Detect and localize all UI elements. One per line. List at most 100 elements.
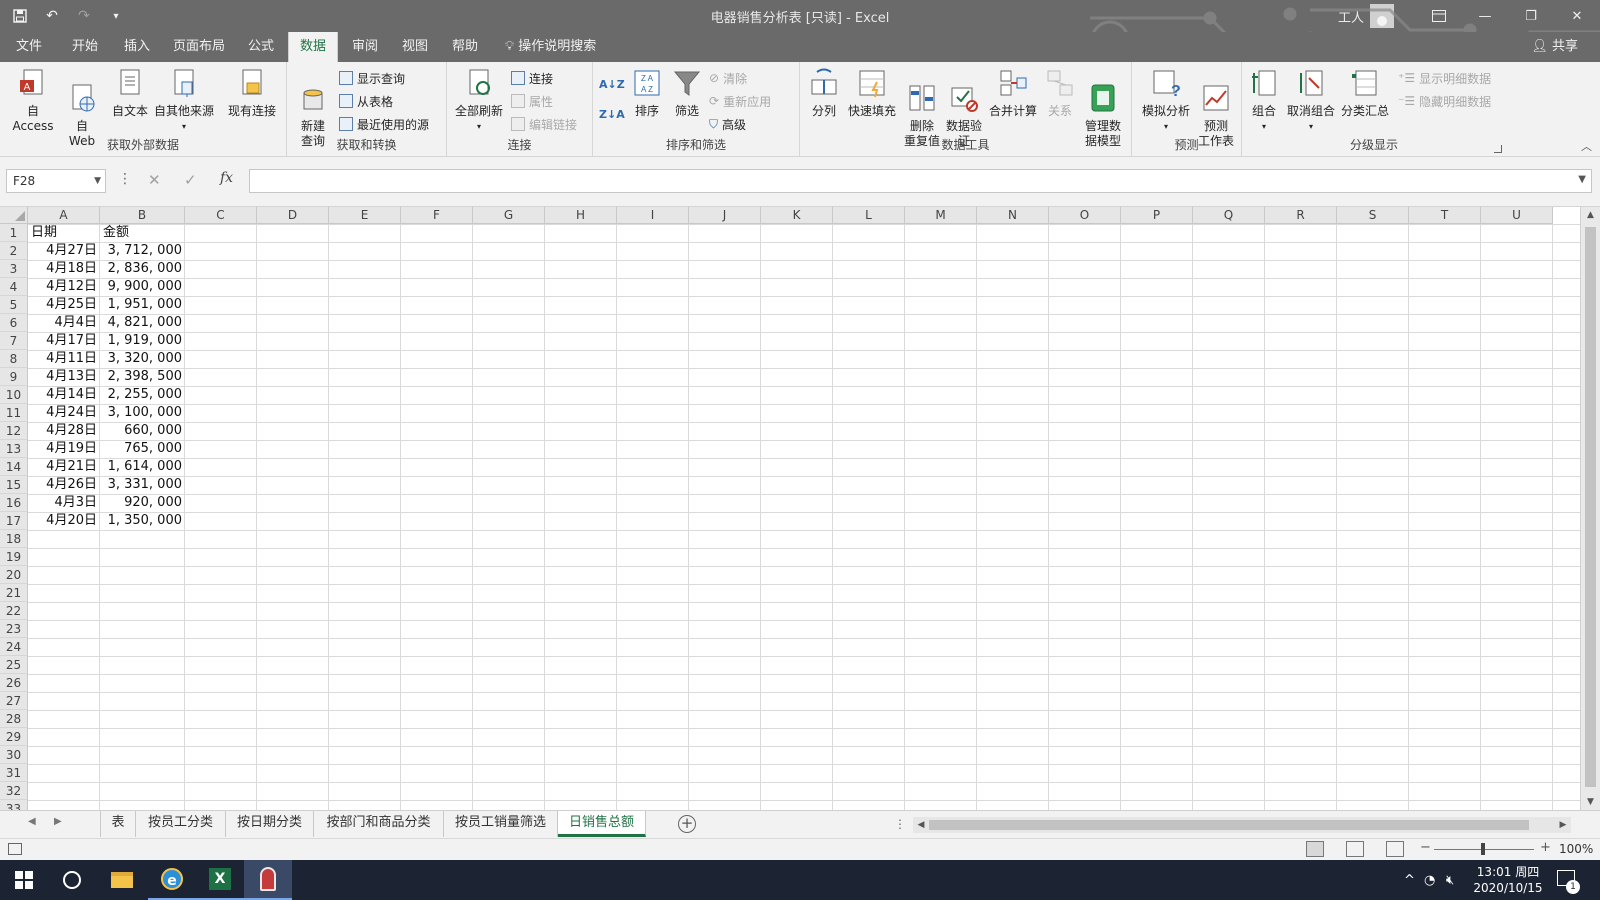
filter-button[interactable]: 筛选 [669, 68, 705, 119]
row-header-7[interactable]: 7 [0, 332, 28, 350]
tab-insert[interactable]: 插入 [114, 32, 160, 62]
column-header-p[interactable]: P [1121, 207, 1193, 224]
cell-b12[interactable]: 660, 000 [100, 422, 184, 440]
cell-b7[interactable]: 1, 919, 000 [100, 332, 184, 350]
cell-b4[interactable]: 9, 900, 000 [100, 278, 184, 296]
pinned-app-button[interactable] [244, 860, 292, 900]
tell-me-search[interactable]: 💡︎ 操作说明搜索 [505, 32, 596, 62]
cell-a5[interactable]: 4月25日 [28, 296, 99, 314]
cell-b8[interactable]: 3, 320, 000 [100, 350, 184, 368]
row-header-2[interactable]: 2 [0, 242, 28, 260]
row-header-22[interactable]: 22 [0, 602, 28, 620]
column-header-a[interactable]: A [28, 207, 100, 224]
properties-button[interactable]: 属性 [511, 91, 553, 111]
collapse-ribbon-icon[interactable]: ︿ [1581, 138, 1592, 154]
tab-home[interactable]: 开始 [62, 32, 108, 62]
row-header-20[interactable]: 20 [0, 566, 28, 584]
flash-fill-button[interactable]: 快速填充 [846, 68, 898, 119]
column-header-g[interactable]: G [473, 207, 545, 224]
cell-b15[interactable]: 3, 331, 000 [100, 476, 184, 494]
column-header-j[interactable]: J [689, 207, 761, 224]
column-header-q[interactable]: Q [1193, 207, 1265, 224]
zoom-out-icon[interactable]: − [1420, 840, 1431, 855]
column-header-l[interactable]: L [833, 207, 905, 224]
ribbon-display-options-icon[interactable] [1416, 0, 1462, 32]
page-layout-view-icon[interactable] [1346, 841, 1364, 857]
cell-a7[interactable]: 4月17日 [28, 332, 99, 350]
normal-view-icon[interactable] [1306, 841, 1324, 857]
scroll-down-icon[interactable]: ▼ [1581, 794, 1600, 810]
avatar[interactable] [1370, 4, 1394, 28]
show-queries-button[interactable]: 显示查询 [339, 68, 405, 88]
browser-button[interactable]: e [148, 860, 196, 900]
previous-sheet-icon[interactable]: ◀ [28, 816, 36, 827]
row-header-18[interactable]: 18 [0, 530, 28, 548]
row-header-8[interactable]: 8 [0, 350, 28, 368]
sheet-tab-by-date[interactable]: 按日期分类 [226, 811, 314, 837]
column-header-c[interactable]: C [185, 207, 257, 224]
cell-b11[interactable]: 3, 100, 000 [100, 404, 184, 422]
row-header-11[interactable]: 11 [0, 404, 28, 422]
column-header-o[interactable]: O [1049, 207, 1121, 224]
cell-a1[interactable]: 日期 [28, 224, 99, 242]
row-header-14[interactable]: 14 [0, 458, 28, 476]
from-text-button[interactable]: 自文本 [108, 68, 152, 119]
tab-help[interactable]: 帮助 [442, 32, 488, 62]
hide-detail-button[interactable]: ⁻☰ 隐藏明细数据 [1398, 91, 1491, 111]
row-header-9[interactable]: 9 [0, 368, 28, 386]
row-header-4[interactable]: 4 [0, 278, 28, 296]
cell-b10[interactable]: 2, 255, 000 [100, 386, 184, 404]
zoom-level[interactable]: 100% [1559, 842, 1593, 856]
name-box[interactable]: F28 ▼ [6, 169, 106, 193]
row-header-15[interactable]: 15 [0, 476, 28, 494]
minimize-icon[interactable]: — [1462, 0, 1508, 32]
advanced-filter-button[interactable]: ⛉ 高级 [709, 114, 746, 134]
cell-a6[interactable]: 4月4日 [28, 314, 99, 332]
page-break-preview-icon[interactable] [1386, 841, 1404, 857]
cell-a13[interactable]: 4月19日 [28, 440, 99, 458]
what-if-analysis-button[interactable]: ? 模拟分析 ▾ [1138, 68, 1194, 134]
cell-a16[interactable]: 4月3日 [28, 494, 99, 512]
share-button[interactable]: 👤︎ 共享 [1531, 32, 1578, 62]
reapply-button[interactable]: ⟳ 重新应用 [709, 91, 771, 111]
tab-data[interactable]: 数据 [288, 32, 338, 62]
volume-muted-icon[interactable]: 🔇︎ [1446, 860, 1454, 900]
tab-split-handle-icon[interactable]: ⋮ [894, 817, 906, 831]
from-table-button[interactable]: 从表格 [339, 91, 393, 111]
vertical-scrollbar[interactable]: ▲ ▼ [1580, 207, 1600, 810]
row-header-33[interactable]: 33 [0, 800, 28, 810]
from-access-button[interactable]: A 自 Access [6, 68, 60, 134]
cancel-icon[interactable]: ✕ [148, 171, 161, 189]
scroll-up-icon[interactable]: ▲ [1581, 207, 1600, 223]
scroll-left-icon[interactable]: ◀ [913, 817, 929, 833]
row-header-3[interactable]: 3 [0, 260, 28, 278]
cell-a15[interactable]: 4月26日 [28, 476, 99, 494]
cell-b2[interactable]: 3, 712, 000 [100, 242, 184, 260]
sheet-tab-table[interactable]: 表 [100, 811, 136, 837]
column-header-h[interactable]: H [545, 207, 617, 224]
cell-b13[interactable]: 765, 000 [100, 440, 184, 458]
file-explorer-button[interactable] [98, 860, 146, 900]
zoom-slider-thumb[interactable] [1481, 843, 1485, 855]
cell-a17[interactable]: 4月20日 [28, 512, 99, 530]
cell-a3[interactable]: 4月18日 [28, 260, 99, 278]
cell-a2[interactable]: 4月27日 [28, 242, 99, 260]
row-header-31[interactable]: 31 [0, 764, 28, 782]
row-header-13[interactable]: 13 [0, 440, 28, 458]
row-header-21[interactable]: 21 [0, 584, 28, 602]
column-header-u[interactable]: U [1481, 207, 1553, 224]
column-header-t[interactable]: T [1409, 207, 1481, 224]
cell-a14[interactable]: 4月21日 [28, 458, 99, 476]
sort-ascending-button[interactable]: A↓Z [599, 74, 625, 94]
cell-b1[interactable]: 金额 [100, 224, 184, 242]
cell-b9[interactable]: 2, 398, 500 [100, 368, 184, 386]
row-header-6[interactable]: 6 [0, 314, 28, 332]
row-header-19[interactable]: 19 [0, 548, 28, 566]
cell-b5[interactable]: 1, 951, 000 [100, 296, 184, 314]
subtotal-button[interactable]: 分类汇总 [1338, 68, 1392, 119]
start-button[interactable] [0, 860, 48, 900]
macro-recording-icon[interactable] [8, 843, 22, 855]
edit-links-button[interactable]: 编辑链接 [511, 114, 577, 134]
sheet-tab-by-dept-product[interactable]: 按部门和商品分类 [314, 811, 444, 837]
column-header-m[interactable]: M [905, 207, 977, 224]
